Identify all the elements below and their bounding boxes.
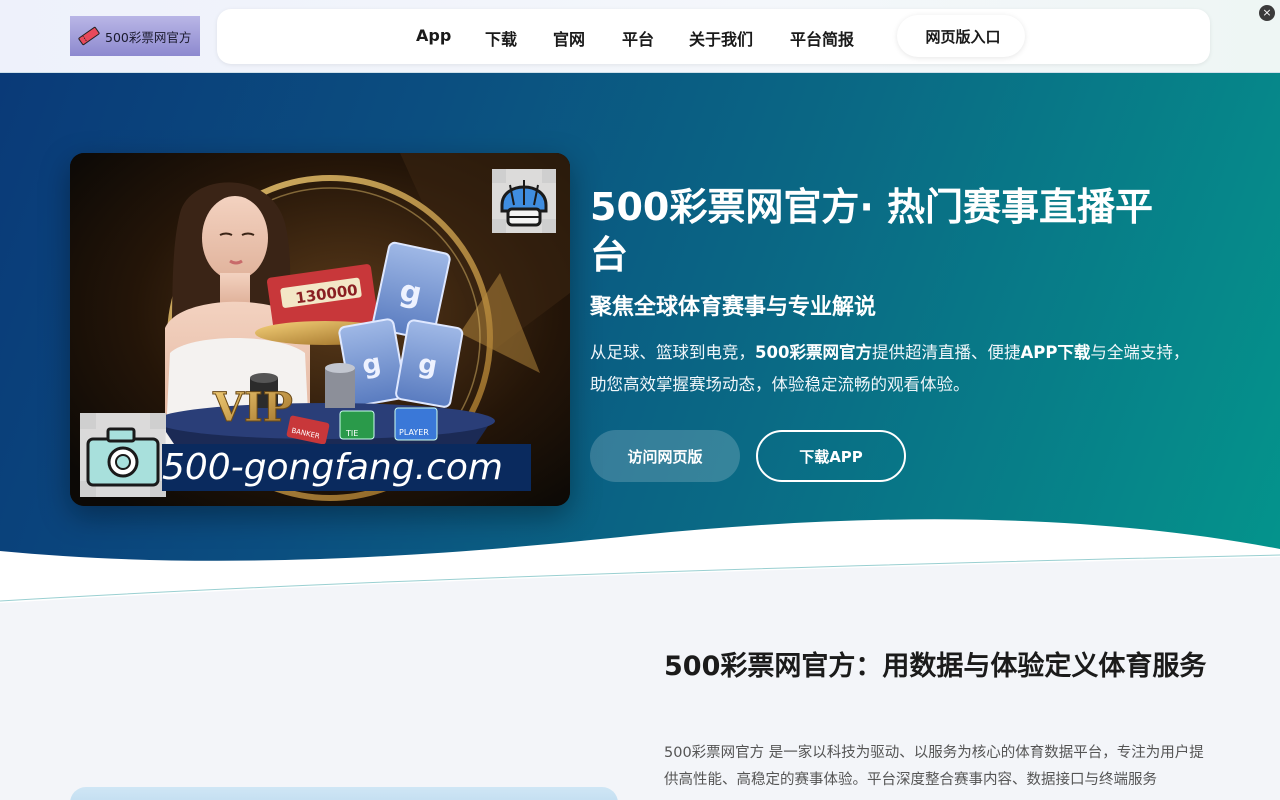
- camera-icon: [78, 411, 168, 499]
- desc-brand: 500彩票网官方: [755, 343, 872, 362]
- desc-mid: 提供超清直播、便捷: [871, 343, 1021, 362]
- hero-description: 从足球、篮球到电竞，500彩票网官方提供超清直播、便捷APP下载与全端支持， 助…: [590, 337, 1190, 401]
- hero-wave-divider: [0, 519, 1280, 603]
- helmet-icon: [488, 165, 560, 237]
- logo-text: 500彩票网官方: [105, 29, 192, 45]
- vip-text: VIP: [212, 384, 293, 431]
- visit-web-button[interactable]: 访问网页版: [590, 430, 740, 482]
- nav-download[interactable]: 下载: [485, 26, 517, 50]
- hero-subtitle: 聚焦全球体育赛事与专业解说: [590, 295, 877, 320]
- close-icon[interactable]: ×: [1259, 5, 1275, 21]
- desc-app-link[interactable]: APP下载: [1020, 343, 1090, 362]
- ticket-icon: [76, 23, 102, 49]
- nav-about[interactable]: 关于我们: [689, 26, 753, 50]
- hero-section: 130000 g g g VIP TIE PLAYER BANKER 500-g…: [0, 73, 1280, 603]
- web-entry-button[interactable]: 网页版入口: [897, 15, 1025, 57]
- desc-prefix: 从足球、篮球到电竞，: [590, 343, 755, 362]
- hero-banner-image: 130000 g g g VIP TIE PLAYER BANKER 500-g…: [70, 153, 570, 506]
- hero-title: 500彩票网官方· 热门赛事直播平台: [590, 185, 1153, 277]
- tie-label: TIE: [345, 429, 358, 438]
- site-header: 500彩票网官方 App 下载 官网 平台 关于我们 平台简报 网页版入口 ×: [0, 0, 1280, 73]
- web-entry-label: 网页版入口: [925, 27, 1001, 46]
- download-app-button[interactable]: 下载APP: [756, 430, 906, 482]
- site-logo[interactable]: 500彩票网官方: [70, 16, 200, 56]
- domain-banner: 500-gongfang.com: [162, 444, 531, 491]
- nav-briefing[interactable]: 平台简报: [790, 26, 854, 50]
- about-title: 500彩票网官方：用数据与体验定义体育服务: [664, 651, 1207, 682]
- about-text: 500彩票网官方 是一家以科技为驱动、以服务为核心的体育数据平台，专注为用户提供…: [664, 745, 1204, 788]
- nav-platform[interactable]: 平台: [622, 26, 654, 50]
- player-label: PLAYER: [399, 428, 429, 437]
- about-image: [70, 787, 618, 800]
- main-nav: App 下载 官网 平台 关于我们 平台简报: [217, 9, 1210, 64]
- nav-official[interactable]: 官网: [553, 26, 585, 50]
- nav-app[interactable]: App: [416, 26, 451, 45]
